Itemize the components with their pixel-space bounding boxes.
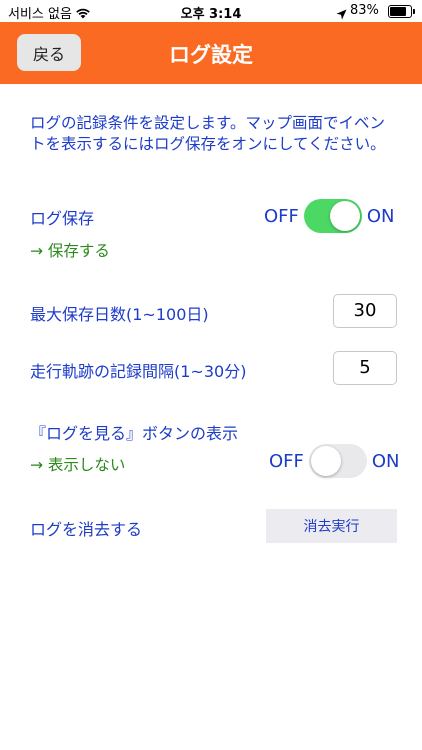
switch-knob <box>310 446 341 476</box>
show-log-button-off-label: OFF <box>269 450 304 472</box>
battery-icon <box>388 5 415 18</box>
max-days-label: 最大保存日数(1~100日) <box>30 305 209 324</box>
settings-description: ログの記録条件を設定します。マップ画面でイベントを表示するにはログ保存をオンにし… <box>30 114 386 153</box>
show-log-button-toggle-group: OFF ON <box>269 444 400 478</box>
track-interval-input[interactable]: 5 <box>333 351 397 385</box>
log-save-label: ログ保存 <box>30 209 95 228</box>
max-days-input[interactable]: 30 <box>333 294 397 328</box>
track-interval-label: 走行軌跡の記録間隔(1~30分) <box>30 362 247 381</box>
log-save-off-label: OFF <box>264 205 299 227</box>
show-log-button-switch[interactable] <box>308 444 367 478</box>
battery-percentage: 83% <box>350 3 379 18</box>
log-save-toggle-group: OFF ON <box>264 199 395 233</box>
page-title: ログ設定 <box>169 43 253 67</box>
delete-log-button[interactable]: 消去実行 <box>266 509 397 543</box>
log-save-on-label: ON <box>366 205 395 227</box>
switch-knob <box>329 201 360 231</box>
log-save-switch[interactable] <box>303 199 362 233</box>
status-bar: 서비스 없음 오후 3:14 83% <box>0 0 422 22</box>
show-log-button-status: → 表示しない <box>30 456 126 474</box>
log-save-status: → 保存する <box>30 242 110 260</box>
show-log-button-label: 『ログを見る』ボタンの表示 <box>30 424 239 443</box>
delete-log-label: ログを消去する <box>30 520 143 539</box>
navigation-bar: 戻る ログ設定 <box>0 22 422 84</box>
show-log-button-on-label: ON <box>371 450 400 472</box>
